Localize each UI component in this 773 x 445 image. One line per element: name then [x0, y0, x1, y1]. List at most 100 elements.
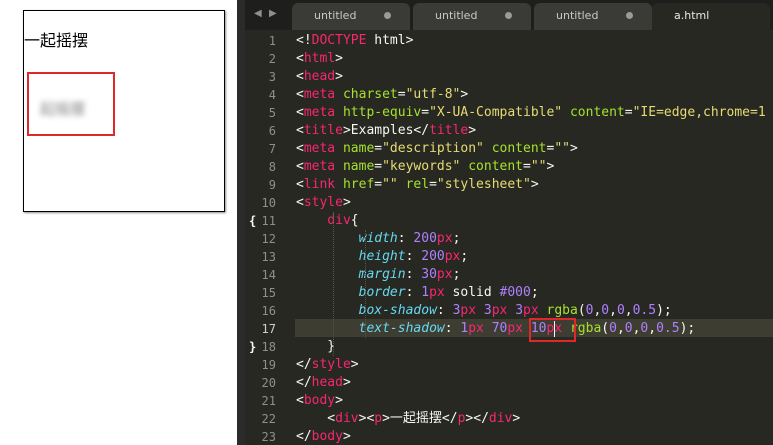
code-line[interactable]: height: 200px; — [296, 248, 469, 266]
line-number: 10 — [261, 196, 276, 210]
code-token: px — [429, 285, 445, 300]
code-token: > — [342, 195, 351, 210]
tab-label: a.html — [674, 9, 710, 22]
code-token: "X-UA-Compatible" — [429, 105, 563, 120]
tab-label: untitled — [435, 9, 478, 22]
code-line[interactable]: </head> — [296, 374, 351, 392]
line-number: 8 — [268, 160, 276, 174]
code-token: body — [303, 393, 336, 408]
code-token: #000 — [499, 285, 531, 300]
code-token: html — [303, 51, 336, 66]
code-line[interactable]: text-shadow: 1px 70px 10px rgba(0,0,0,0.… — [296, 320, 696, 338]
tab-3[interactable]: untitled — [534, 3, 652, 30]
code-token: , — [648, 321, 657, 336]
code-line[interactable]: <div><p>一起摇摆</p></div> — [296, 410, 520, 428]
code-line[interactable]: <meta name="description" content=""> — [296, 140, 578, 158]
code-line[interactable]: <title>Examples</title> — [296, 122, 476, 140]
code-token: <! — [296, 33, 312, 48]
line-number: 19 — [261, 358, 276, 372]
code-line[interactable]: <head> — [296, 68, 343, 86]
code-token: div — [335, 411, 359, 426]
line-number: 15 — [261, 286, 276, 300]
code-token: >一起摇摆</ — [382, 411, 458, 426]
code-token: = — [429, 177, 437, 192]
code-token: "keywords" — [382, 159, 461, 174]
code-token: > — [546, 159, 555, 174]
code-token: > — [342, 375, 351, 390]
line-number-gutter: 1 2 3 4 5 6 7 8 9 10 11 12 13 14 15 16 17 18 19 20 21 22 23{} — [245, 30, 295, 445]
unsaved-dot-icon[interactable] — [626, 12, 633, 19]
code-token: { — [350, 213, 359, 228]
code-line[interactable]: <meta http-equiv="X-UA-Compatible" conte… — [296, 104, 766, 122]
code-token: "stylesheet" — [436, 177, 531, 192]
code-line[interactable]: <!DOCTYPE html> — [296, 32, 413, 50]
code-token: div — [327, 213, 351, 228]
code-token: ); — [656, 303, 672, 318]
code-line[interactable]: <body> — [296, 392, 343, 410]
code-token: 0.5 — [632, 303, 657, 318]
code-token: >Examples</ — [342, 123, 430, 138]
tab-4[interactable]: a.html — [652, 3, 770, 30]
code-token: < — [296, 123, 304, 138]
tab-1[interactable]: untitled — [292, 3, 410, 30]
code-line[interactable]: <html> — [296, 50, 343, 68]
code-token: ; — [452, 267, 461, 282]
code-token: 3 — [515, 303, 524, 318]
code-token: > — [350, 357, 359, 372]
code-token: , — [609, 303, 617, 318]
tab-prev-icon[interactable]: ◀ — [254, 8, 262, 19]
code-line[interactable]: margin: 30px; — [296, 266, 461, 284]
code-token: p — [374, 411, 383, 426]
code-token: : — [444, 321, 461, 336]
code-token: rgba — [546, 303, 578, 318]
code-token: text-shadow — [358, 321, 445, 336]
code-token: px — [460, 303, 477, 318]
code-token: > — [512, 411, 521, 426]
line-number: 13 — [261, 250, 276, 264]
code-editor[interactable]: ◀ ▶ untitled untitled untitled a.html 12345… — [245, 0, 773, 445]
code-line[interactable]: <meta name="keywords" content=""> — [296, 158, 554, 176]
code-token: > — [569, 141, 578, 156]
code-token: px — [491, 303, 508, 318]
code-line[interactable]: </body> — [296, 428, 351, 445]
code-token: DOCTYPE — [311, 33, 367, 48]
close-dot-icon[interactable] — [744, 12, 751, 19]
code-token: > — [335, 393, 343, 408]
unsaved-dot-icon[interactable] — [384, 12, 391, 19]
code-token: < — [296, 177, 304, 192]
code-token: meta — [303, 105, 336, 120]
code-line[interactable]: <meta charset="utf-8"> — [296, 86, 468, 104]
code-token: : — [397, 231, 414, 246]
indent-guide — [365, 230, 366, 338]
fold-open-icon[interactable]: { — [249, 212, 256, 230]
fold-close-icon[interactable]: } — [249, 338, 256, 356]
code-token: , — [624, 303, 633, 318]
code-line[interactable]: box-shadow: 3px 3px 3px rgba(0,0,0,0.5); — [296, 302, 672, 320]
code-token: : — [405, 267, 422, 282]
code-token: , — [616, 321, 625, 336]
code-token: >< — [358, 411, 375, 426]
code-token: div — [488, 411, 513, 426]
code-line[interactable]: <style> — [296, 194, 351, 212]
browser-preview: 一起摇摆 起摇摆 — [0, 0, 237, 445]
code-line[interactable]: div{ — [296, 212, 359, 230]
unsaved-dot-icon[interactable] — [505, 12, 512, 19]
code-token: px — [468, 321, 484, 336]
tab-2[interactable]: untitled — [413, 3, 531, 30]
code-token: 200 — [413, 231, 437, 246]
code-line[interactable]: } — [296, 338, 335, 356]
line-number: 21 — [261, 394, 276, 408]
code-token: 3 — [483, 303, 492, 318]
code-token: < — [296, 51, 304, 66]
code-token: > — [335, 51, 343, 66]
tab-label: untitled — [556, 9, 599, 22]
tab-next-icon[interactable]: ▶ — [269, 8, 277, 19]
code-line[interactable]: width: 200px; — [296, 230, 461, 248]
code-line[interactable]: </style> — [296, 356, 359, 374]
code-line[interactable]: <link href="" rel="stylesheet"> — [296, 176, 539, 194]
